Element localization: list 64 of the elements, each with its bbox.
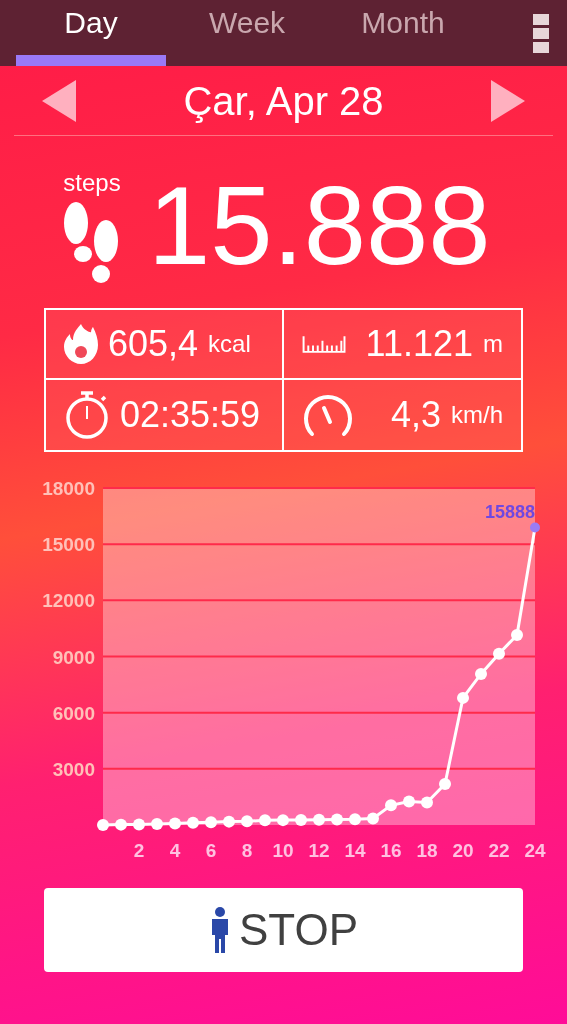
x-tick-label: 4 bbox=[169, 840, 181, 861]
data-point bbox=[223, 815, 235, 828]
stop-button[interactable]: STOP bbox=[44, 888, 523, 972]
next-arrow-icon[interactable] bbox=[491, 79, 525, 122]
x-tick-label: 14 bbox=[344, 840, 366, 861]
stat-value: 02:35:59 bbox=[120, 393, 261, 437]
x-tick-label: 10 bbox=[272, 840, 294, 861]
stat-value: 4,3 bbox=[390, 393, 441, 437]
data-point bbox=[97, 819, 109, 831]
data-point bbox=[511, 628, 523, 641]
flame-icon bbox=[64, 322, 98, 366]
step-count: 15.888 bbox=[148, 170, 491, 282]
x-tick-label: 2 bbox=[133, 840, 145, 861]
stat-value: 605,4 bbox=[108, 322, 199, 366]
data-point bbox=[403, 795, 415, 808]
data-point bbox=[493, 647, 505, 660]
data-point bbox=[421, 796, 433, 809]
tab[interactable]: Month bbox=[328, 0, 478, 66]
previous-arrow-icon[interactable] bbox=[42, 79, 76, 122]
y-tick-label: 3000 bbox=[52, 758, 95, 780]
stopwatch-icon bbox=[64, 390, 110, 440]
data-point bbox=[367, 812, 379, 825]
x-tick-label: 20 bbox=[452, 840, 474, 861]
data-point bbox=[205, 816, 217, 829]
steps-label: steps bbox=[63, 168, 121, 198]
data-point bbox=[187, 816, 199, 829]
value-label: 15888 bbox=[484, 501, 535, 522]
x-tick-label: 12 bbox=[308, 840, 330, 861]
y-tick-label: 6000 bbox=[52, 702, 95, 724]
data-point bbox=[530, 522, 540, 533]
stat-unit: m bbox=[483, 329, 503, 359]
date-title: Çar, Apr 28 bbox=[183, 77, 384, 125]
data-point bbox=[115, 818, 127, 831]
speedometer-icon bbox=[301, 392, 354, 438]
data-point bbox=[475, 667, 487, 680]
stat-value: 11.121 bbox=[365, 322, 473, 366]
data-point bbox=[385, 799, 397, 812]
data-point bbox=[349, 813, 361, 826]
data-point bbox=[277, 814, 289, 827]
y-tick-label: 15000 bbox=[42, 534, 95, 556]
data-point bbox=[439, 778, 451, 790]
tab[interactable]: Week bbox=[172, 0, 322, 66]
x-tick-label: 6 bbox=[205, 840, 217, 861]
x-tick-label: 24 bbox=[524, 840, 546, 861]
y-tick-label: 12000 bbox=[42, 590, 95, 612]
data-point bbox=[313, 813, 325, 826]
data-point bbox=[331, 813, 343, 826]
data-point bbox=[151, 818, 163, 831]
data-point bbox=[295, 813, 307, 826]
data-point bbox=[133, 818, 145, 831]
data-point bbox=[241, 815, 253, 828]
person-icon bbox=[209, 907, 231, 953]
data-point bbox=[169, 817, 181, 830]
y-tick-label: 18000 bbox=[42, 478, 95, 499]
x-tick-label: 16 bbox=[380, 840, 402, 861]
data-point bbox=[259, 814, 271, 827]
data-point bbox=[457, 691, 469, 704]
stat-unit: km/h bbox=[451, 400, 503, 430]
stat-unit: kcal bbox=[208, 329, 251, 359]
x-tick-label: 22 bbox=[488, 840, 510, 861]
y-tick-label: 9000 bbox=[52, 646, 95, 668]
x-tick-label: 18 bbox=[416, 840, 438, 861]
tab[interactable]: Day bbox=[16, 0, 166, 66]
x-tick-label: 8 bbox=[241, 840, 253, 861]
